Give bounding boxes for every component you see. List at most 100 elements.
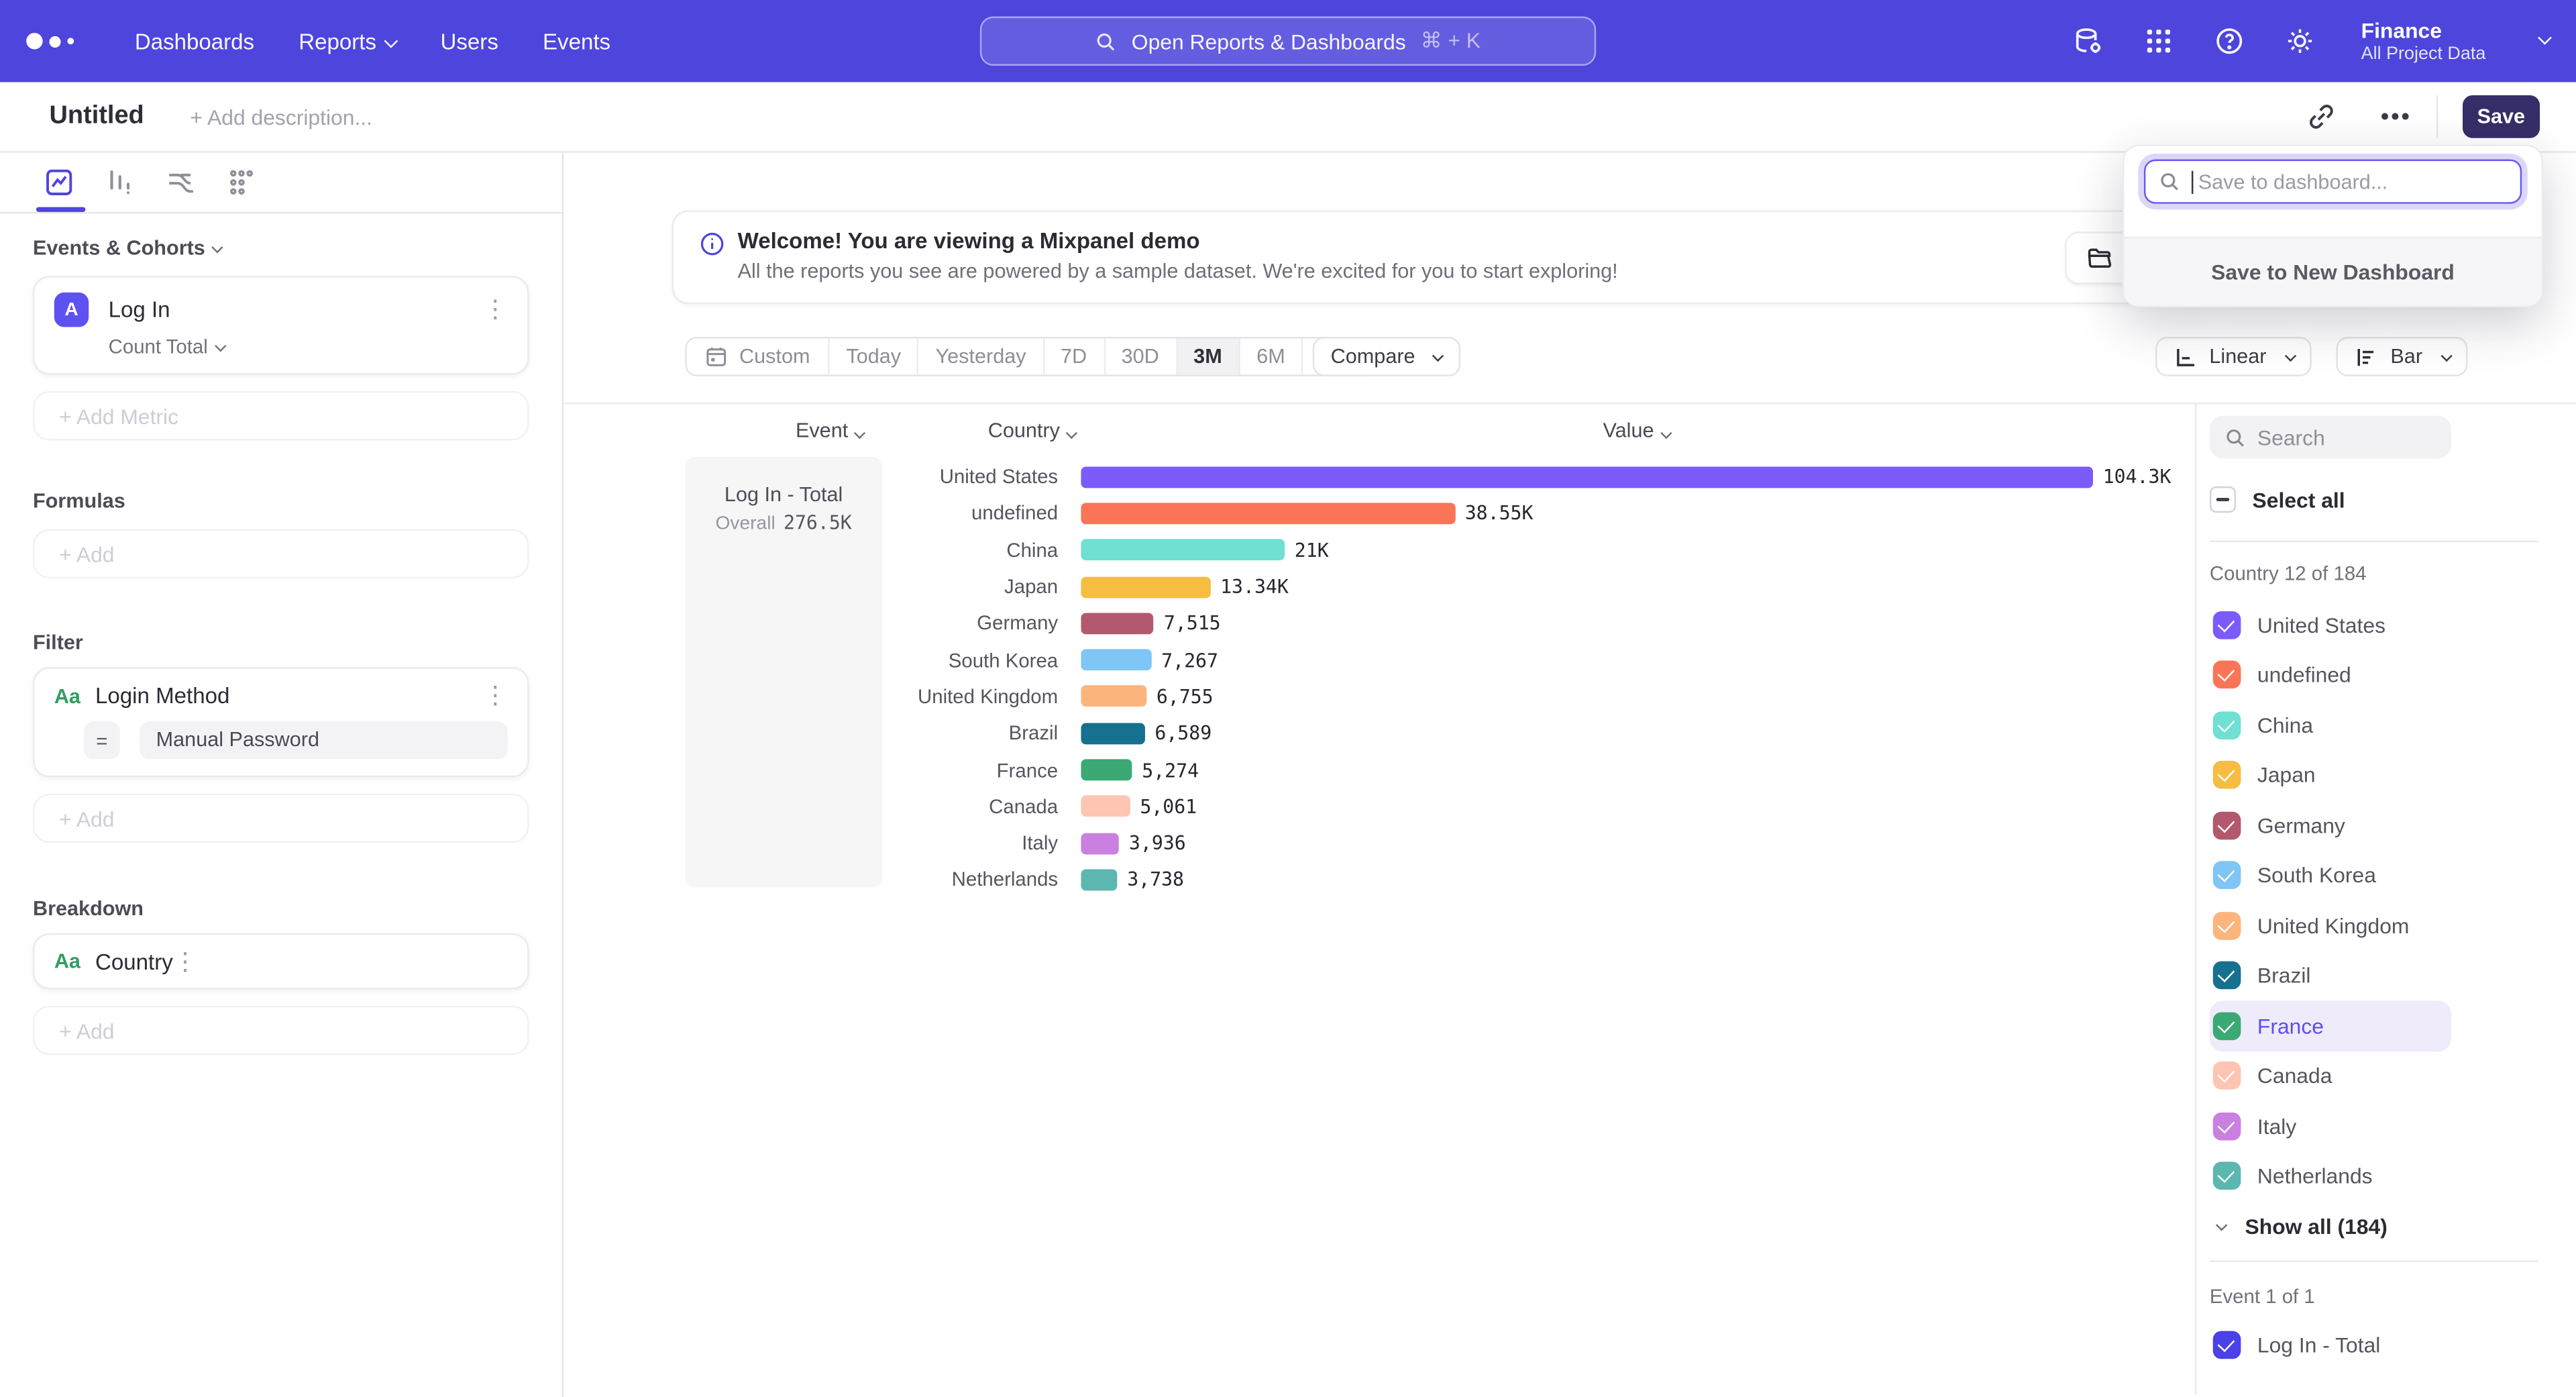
filter-value[interactable]: Manual Password <box>140 721 508 759</box>
bar[interactable] <box>1081 466 2093 488</box>
breakdown-card[interactable]: Aa Country ⋮ <box>33 933 529 989</box>
country-filter-row[interactable]: Italy <box>2210 1101 2451 1151</box>
link-icon[interactable] <box>2306 102 2336 132</box>
add-metric-button[interactable]: + Add Metric <box>33 391 529 440</box>
add-description-field[interactable]: + Add description... <box>190 105 372 130</box>
filter-property[interactable]: Login Method <box>95 684 229 709</box>
bar[interactable] <box>1081 539 1285 561</box>
bar[interactable] <box>1081 503 1455 524</box>
column-header-value[interactable]: Value <box>1567 419 1705 442</box>
segment-search-input[interactable]: Search <box>2210 416 2451 459</box>
save-button[interactable]: Save <box>2463 95 2540 138</box>
add-breakdown-button[interactable]: + Add <box>33 1006 529 1055</box>
text-caret <box>2192 170 2193 193</box>
country-filter-row[interactable]: undefined <box>2210 650 2451 701</box>
country-filter-row[interactable]: Japan <box>2210 750 2451 800</box>
gear-icon[interactable] <box>2284 25 2317 58</box>
checkbox-checked[interactable] <box>2213 1112 2241 1140</box>
bar[interactable] <box>1081 686 1146 707</box>
bar[interactable] <box>1081 723 1144 744</box>
events-section-label[interactable]: Events & Cohorts <box>33 237 529 260</box>
report-title[interactable]: Untitled <box>49 102 144 132</box>
checkbox-checked[interactable] <box>2213 862 2241 890</box>
checkbox-checked[interactable] <box>2213 1162 2241 1190</box>
checkbox-indeterminate[interactable] <box>2210 486 2236 513</box>
bar-rows: United States 104.3K undefined 38.55K Ch… <box>564 458 2195 898</box>
checkbox-checked[interactable] <box>2213 661 2241 689</box>
country-filter-row[interactable]: France <box>2210 1000 2451 1051</box>
checkbox-checked[interactable] <box>2213 711 2241 739</box>
select-all-row[interactable]: Select all <box>2210 484 2576 514</box>
checkbox-checked[interactable] <box>2213 962 2241 990</box>
breakdown-property[interactable]: Country <box>95 949 173 974</box>
column-header-event[interactable]: Event <box>761 419 899 442</box>
range-yesterday[interactable]: Yesterday <box>918 338 1042 374</box>
bar[interactable] <box>1081 833 1119 854</box>
range-30d[interactable]: 30D <box>1104 338 1176 374</box>
insights-tab-icon[interactable] <box>43 166 76 199</box>
country-filter-row[interactable]: Canada <box>2210 1051 2451 1101</box>
save-dashboard-search-input[interactable]: Save to dashboard... <box>2144 160 2522 204</box>
country-filter-row[interactable]: China <box>2210 700 2451 750</box>
range-6m[interactable]: 6M <box>1238 338 1301 374</box>
filter-card[interactable]: Aa Login Method ⋮ = Manual Password <box>33 667 529 777</box>
bar[interactable] <box>1081 650 1151 671</box>
filter-operator[interactable]: = <box>84 721 120 759</box>
range-today[interactable]: Today <box>828 338 917 374</box>
nav-events[interactable]: Events <box>543 29 610 54</box>
country-filter-row[interactable]: United States <box>2210 600 2451 650</box>
checkbox-checked[interactable] <box>2213 1330 2241 1358</box>
country-filter-row[interactable]: South Korea <box>2210 850 2451 900</box>
more-icon[interactable]: ••• <box>2381 103 2412 131</box>
metric-event-name[interactable]: Log In <box>109 297 170 322</box>
help-icon[interactable] <box>2213 25 2246 58</box>
flows-tab-icon[interactable] <box>164 166 197 199</box>
chevron-down-icon[interactable] <box>2538 31 2552 45</box>
nav-reports[interactable]: Reports <box>299 29 396 54</box>
chart-type-selector[interactable]: Bar <box>2337 337 2468 376</box>
scale-selector[interactable]: Linear <box>2155 337 2312 376</box>
funnels-tab-icon[interactable] <box>103 166 136 199</box>
bar[interactable] <box>1081 576 1210 597</box>
compare-button[interactable]: Compare <box>1313 337 1460 376</box>
column-header-country[interactable]: Country <box>963 419 1101 442</box>
range-3m[interactable]: 3M <box>1175 338 1238 374</box>
event-filter-row[interactable]: Log In - Total <box>2210 1325 2576 1364</box>
metric-aggregation[interactable]: Count Total <box>109 335 508 358</box>
country-filter-row[interactable]: Netherlands <box>2210 1151 2451 1202</box>
country-filter-row[interactable]: United Kingdom <box>2210 900 2451 951</box>
data-management-icon[interactable] <box>2072 25 2105 58</box>
mixpanel-logo[interactable] <box>26 33 85 49</box>
checkbox-checked[interactable] <box>2213 811 2241 839</box>
project-switcher[interactable]: Finance All Project Data <box>2361 18 2486 64</box>
bar[interactable] <box>1081 759 1132 780</box>
range-custom[interactable]: Custom <box>687 338 828 374</box>
bar[interactable] <box>1081 796 1130 817</box>
checkbox-checked[interactable] <box>2213 761 2241 789</box>
add-formula-button[interactable]: + Add <box>33 529 529 578</box>
checkbox-checked[interactable] <box>2213 912 2241 940</box>
save-to-new-dashboard-button[interactable]: Save to New Dashboard <box>2125 237 2542 306</box>
metric-card[interactable]: A Log In ⋮ Count Total <box>33 276 529 374</box>
range-7d[interactable]: 7D <box>1042 338 1104 374</box>
country-filter-list: United States undefined China Japan Germ… <box>2210 600 2576 1201</box>
country-filter-row[interactable]: Brazil <box>2210 951 2451 1001</box>
retention-tab-icon[interactable] <box>225 166 258 199</box>
kebab-icon[interactable]: ⋮ <box>483 684 508 709</box>
nav-dashboards[interactable]: Dashboards <box>135 29 254 54</box>
global-search[interactable]: Open Reports & Dashboards ⌘ + K <box>980 16 1596 65</box>
country-filter-row[interactable]: Germany <box>2210 800 2451 851</box>
add-filter-button[interactable]: + Add <box>33 794 529 843</box>
bar[interactable] <box>1081 613 1154 634</box>
bar[interactable] <box>1081 869 1117 890</box>
nav-users[interactable]: Users <box>441 29 498 54</box>
kebab-icon[interactable]: ⋮ <box>173 949 198 974</box>
apps-grid-icon[interactable] <box>2143 25 2176 58</box>
show-all-label: Show all (184) <box>2245 1214 2387 1239</box>
checkbox-checked[interactable] <box>2213 1012 2241 1040</box>
checkbox-checked[interactable] <box>2213 611 2241 639</box>
chart-bar-row: South Korea 7,267 <box>564 641 2195 678</box>
kebab-icon[interactable]: ⋮ <box>483 297 508 322</box>
checkbox-checked[interactable] <box>2213 1062 2241 1090</box>
show-all-button[interactable]: Show all (184) <box>2210 1201 2576 1250</box>
